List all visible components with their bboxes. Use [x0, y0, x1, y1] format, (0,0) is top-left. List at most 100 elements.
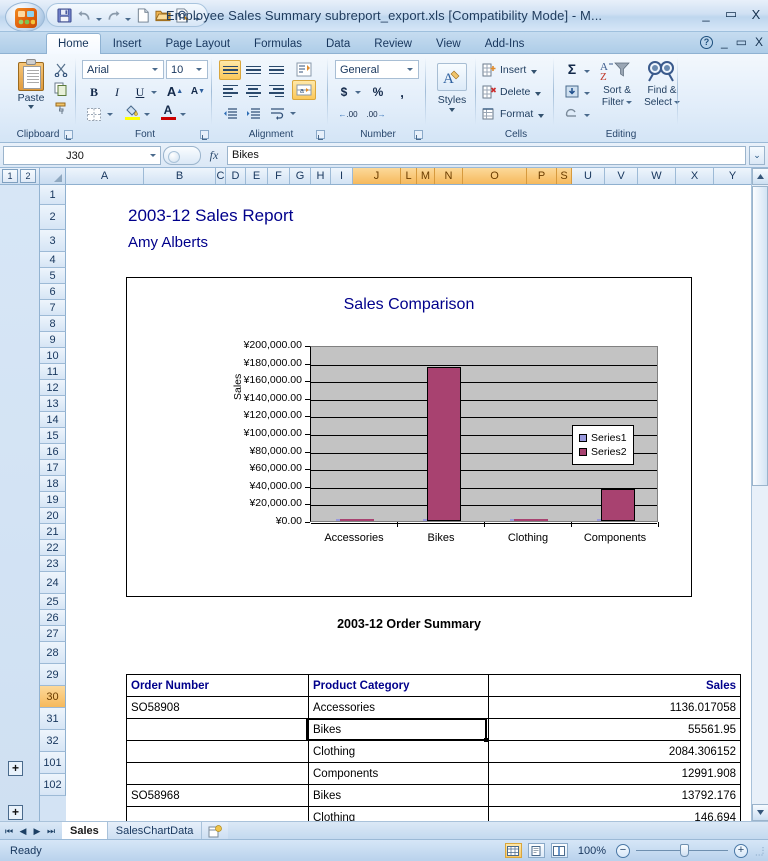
chart-legend-item[interactable]: Series1: [579, 431, 627, 445]
increase-decimal-button[interactable]: ← .00: [335, 104, 361, 124]
row-header-29[interactable]: 29: [40, 664, 66, 686]
decrease-decimal-button[interactable]: .00 →: [363, 104, 389, 124]
cell-product-category[interactable]: Clothing: [308, 740, 489, 763]
column-header-y[interactable]: Y: [714, 168, 751, 184]
close-workbook-icon[interactable]: X: [755, 35, 763, 49]
tab-data[interactable]: Data: [314, 33, 362, 54]
row-header-6[interactable]: 6: [40, 284, 66, 300]
row-header-10[interactable]: 10: [40, 348, 66, 364]
column-header-u[interactable]: U: [572, 168, 605, 184]
column-header-m[interactable]: M: [417, 168, 435, 184]
delete-cells-button[interactable]: Delete: [481, 83, 553, 101]
zoom-level[interactable]: 100%: [578, 845, 606, 857]
copy-icon[interactable]: [50, 79, 72, 98]
row-header-102[interactable]: 102: [40, 774, 66, 796]
customize-qat-icon[interactable]: [193, 6, 201, 25]
row-header-2[interactable]: 2: [40, 205, 66, 230]
table-row[interactable]: SO58968 Bikes 13792.176: [126, 784, 741, 807]
font-name-dropdown-icon[interactable]: [149, 68, 161, 71]
row-header-13[interactable]: 13: [40, 396, 66, 412]
row-header-28[interactable]: 28: [40, 642, 66, 664]
clear-button[interactable]: [562, 103, 582, 123]
cell-product-category[interactable]: Accessories: [308, 696, 489, 719]
row-header-24[interactable]: 24: [40, 572, 66, 594]
row-header-15[interactable]: 15: [40, 428, 66, 444]
chart-bar[interactable]: [601, 489, 635, 521]
chart-bar[interactable]: [427, 367, 461, 521]
number-format-dropdown-icon[interactable]: [404, 68, 416, 71]
styles-dropdown-icon[interactable]: [449, 107, 455, 112]
column-header-l[interactable]: L: [401, 168, 417, 184]
align-left-button[interactable]: [219, 81, 241, 101]
fx-icon[interactable]: fx: [201, 148, 227, 163]
clipboard-dialog-launcher[interactable]: [64, 130, 73, 140]
fill-color-dropdown-icon[interactable]: [141, 104, 152, 124]
tab-home[interactable]: Home: [46, 33, 101, 54]
styles-button[interactable]: A: [437, 63, 467, 91]
column-header-d[interactable]: D: [226, 168, 246, 184]
insert-worksheet-icon[interactable]: [202, 822, 229, 840]
quick-access-toolbar[interactable]: [46, 3, 208, 27]
row-header-26[interactable]: 26: [40, 610, 66, 626]
ribbon-window-controls[interactable]: ? _ ▭ X: [699, 35, 763, 49]
row-header-17[interactable]: 17: [40, 460, 66, 476]
sheet-tab-saleschartdata[interactable]: SalesChartData: [107, 822, 203, 840]
number-dialog-launcher[interactable]: [414, 130, 423, 140]
row-header-30[interactable]: 30: [40, 686, 66, 708]
zoom-slider-handle[interactable]: [680, 844, 689, 857]
cell-sales[interactable]: 55561.95: [488, 718, 741, 741]
font-size-combo[interactable]: 10: [166, 60, 208, 79]
row-header-9[interactable]: 9: [40, 332, 66, 348]
row-header-14[interactable]: 14: [40, 412, 66, 428]
column-header-w[interactable]: W: [638, 168, 676, 184]
table-row[interactable]: Clothing 2084.306152: [126, 740, 741, 763]
font-color-dropdown-icon[interactable]: [177, 104, 188, 124]
percent-button[interactable]: %: [368, 82, 388, 102]
order-summary-table[interactable]: Order Number Product Category Sales SO58…: [126, 674, 741, 821]
row-number-column[interactable]: 1 2 3 4 5 6 7 8 9 10 11 12 13 14 15 16 17 18 19 20 21 22 23 24 2…: [40, 185, 66, 821]
cell-order-number[interactable]: SO58968: [126, 784, 309, 807]
column-headers[interactable]: ABCDEFGHIJLMNOPSUVWXYAAABADAE: [66, 168, 751, 185]
sort-filter-icon[interactable]: AZ: [596, 59, 636, 83]
row-header-16[interactable]: 16: [40, 444, 66, 460]
format-cells-button[interactable]: Format: [481, 105, 553, 123]
bold-button[interactable]: B: [83, 82, 105, 102]
view-normal-icon[interactable]: [504, 843, 522, 858]
print-preview-icon[interactable]: [173, 6, 192, 25]
cell-product-category[interactable]: Components: [308, 762, 489, 785]
outline-column[interactable]: + +: [0, 185, 40, 821]
font-color-button[interactable]: A: [158, 101, 178, 121]
orientation-button[interactable]: [292, 59, 316, 79]
row-header-7[interactable]: 7: [40, 300, 66, 316]
row-header-5[interactable]: 5: [40, 268, 66, 284]
help-icon[interactable]: ?: [699, 35, 713, 49]
number-format-combo[interactable]: General: [335, 60, 419, 79]
row-header-32[interactable]: 32: [40, 730, 66, 752]
minimize-ribbon-icon[interactable]: _: [721, 35, 728, 49]
fill-button[interactable]: [562, 81, 582, 101]
cell-sales[interactable]: 2084.306152: [488, 740, 741, 763]
cell-order-number[interactable]: [126, 740, 309, 763]
cut-icon[interactable]: [50, 60, 72, 79]
column-header-e[interactable]: E: [246, 168, 268, 184]
column-header-v[interactable]: V: [605, 168, 638, 184]
column-header-b[interactable]: B: [144, 168, 216, 184]
nav-first-icon[interactable]: ⏮: [2, 826, 16, 837]
align-center-button[interactable]: [242, 81, 264, 101]
align-bottom-button[interactable]: [265, 60, 287, 80]
redo-dropdown-icon[interactable]: [124, 6, 132, 25]
chart-legend[interactable]: Series1 Series2: [572, 425, 634, 465]
restore-window-icon[interactable]: ▭: [736, 35, 747, 49]
cell-sales[interactable]: 1136.017058: [488, 696, 741, 719]
fill-dropdown-icon[interactable]: [581, 83, 592, 103]
formula-input[interactable]: Bikes: [227, 146, 746, 165]
chart-bar[interactable]: [340, 519, 374, 521]
save-icon[interactable]: [55, 6, 74, 25]
status-bar-right[interactable]: 100% − +: [504, 843, 764, 858]
column-header-x[interactable]: X: [676, 168, 714, 184]
wrap-text-button[interactable]: [268, 103, 288, 123]
align-right-button[interactable]: [265, 81, 287, 101]
paste-button[interactable]: Paste: [9, 59, 53, 121]
sheet-tabs[interactable]: Sales SalesChartData: [62, 822, 229, 840]
cell-order-number[interactable]: [126, 762, 309, 785]
